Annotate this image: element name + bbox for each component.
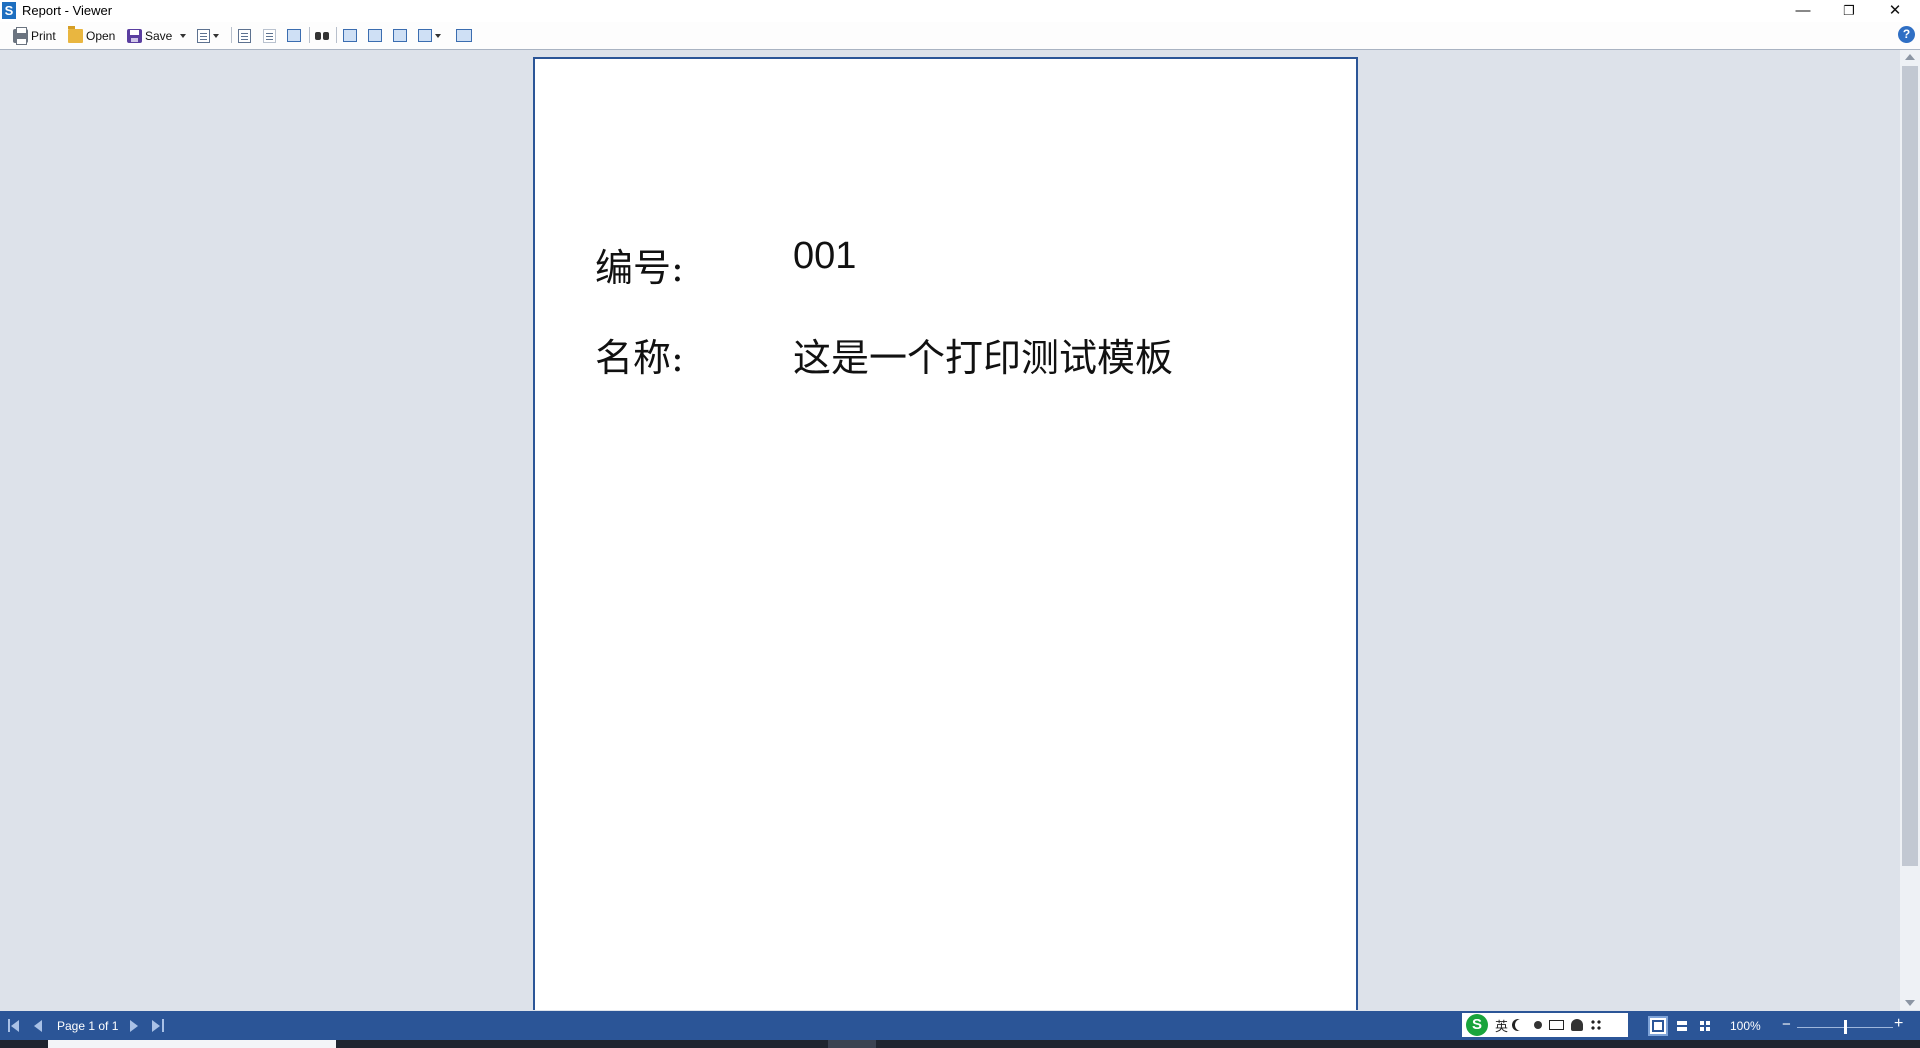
full-screen-button[interactable] bbox=[343, 27, 357, 44]
vertical-scrollbar[interactable] bbox=[1900, 50, 1920, 1010]
binoculars-icon bbox=[315, 29, 329, 42]
chevron-down-icon bbox=[180, 33, 186, 38]
scroll-down-icon[interactable] bbox=[1905, 1000, 1915, 1006]
report-page: 编号: 001 名称: 这是一个打印测试模板 bbox=[533, 57, 1358, 1010]
print-button[interactable]: Print bbox=[13, 26, 56, 45]
floppy-disk-icon bbox=[127, 28, 142, 43]
toolbar-separator bbox=[336, 27, 337, 43]
scroll-up-icon[interactable] bbox=[1905, 54, 1915, 60]
page-setup-button[interactable] bbox=[456, 27, 472, 44]
status-bar: Page 1 of 1 S 英 100% − + bbox=[0, 1011, 1920, 1040]
toolbar: Print Open Save ? bbox=[0, 22, 1920, 50]
save-dropdown-button[interactable] bbox=[180, 27, 186, 44]
close-button[interactable]: ✕ bbox=[1872, 0, 1918, 22]
save-label: Save bbox=[145, 28, 173, 43]
next-page-button[interactable] bbox=[128, 1019, 141, 1032]
ime-language-toggle[interactable]: 英 bbox=[1495, 1016, 1508, 1035]
page-indicator: Page 1 of 1 bbox=[57, 1019, 119, 1033]
restore-button[interactable]: ❐ bbox=[1826, 0, 1872, 22]
previous-page-button[interactable] bbox=[32, 1019, 45, 1032]
minimize-button[interactable]: — bbox=[1780, 0, 1826, 22]
single-page-button[interactable] bbox=[368, 27, 382, 44]
parameters-button[interactable] bbox=[263, 27, 276, 44]
help-button[interactable]: ? bbox=[1898, 26, 1915, 43]
parameters-icon bbox=[263, 28, 276, 43]
save-button[interactable]: Save bbox=[127, 27, 172, 44]
page-width-button[interactable] bbox=[393, 27, 407, 44]
bookmarks-button[interactable] bbox=[238, 27, 251, 44]
single-page-icon bbox=[368, 29, 382, 42]
zoom-out-button[interactable]: − bbox=[1782, 1016, 1791, 1033]
zoom-in-button[interactable]: + bbox=[1894, 1015, 1903, 1033]
punctuation-icon[interactable] bbox=[1534, 1021, 1543, 1029]
last-page-button[interactable] bbox=[152, 1019, 165, 1032]
page-setup-icon bbox=[456, 29, 472, 42]
ime-toolbar[interactable]: S 英 bbox=[1462, 1013, 1628, 1037]
chevron-down-icon bbox=[213, 33, 219, 38]
user-icon[interactable] bbox=[1571, 1019, 1584, 1031]
first-page-button[interactable] bbox=[8, 1019, 21, 1032]
toolbar-separator bbox=[231, 27, 232, 43]
name-label: 名称: bbox=[595, 336, 684, 380]
taskbar-active-app[interactable] bbox=[48, 1040, 336, 1048]
printer-icon bbox=[13, 26, 28, 45]
zoom-level: 100% bbox=[1730, 1019, 1761, 1033]
scroll-thumb[interactable] bbox=[1902, 66, 1918, 866]
moon-icon[interactable] bbox=[1515, 1019, 1527, 1031]
page-width-icon bbox=[393, 29, 407, 42]
app-logo-icon: S bbox=[2, 2, 16, 19]
multi-page-view-button[interactable] bbox=[1697, 1018, 1713, 1034]
window-title: Report - Viewer bbox=[22, 3, 113, 18]
sogou-logo-icon[interactable]: S bbox=[1466, 1014, 1488, 1036]
keyboard-icon[interactable] bbox=[1549, 1020, 1565, 1030]
number-value: 001 bbox=[793, 235, 857, 277]
print-label: Print bbox=[31, 28, 56, 43]
toolbar-separator bbox=[309, 27, 310, 43]
thumbnails-button[interactable] bbox=[287, 27, 301, 44]
title-bar: S Report - Viewer — ❐ ✕ bbox=[0, 0, 1920, 22]
envelope-icon bbox=[197, 28, 210, 43]
number-label: 编号: bbox=[595, 246, 684, 290]
taskbar-app[interactable] bbox=[828, 1040, 876, 1048]
full-screen-icon bbox=[343, 29, 357, 42]
open-label: Open bbox=[86, 28, 116, 43]
taskbar bbox=[0, 1040, 1920, 1048]
chevron-down-icon bbox=[435, 33, 441, 38]
zoom-slider-thumb[interactable] bbox=[1844, 1020, 1847, 1034]
grid-icon[interactable] bbox=[1590, 1019, 1603, 1031]
multiple-pages-icon bbox=[418, 29, 432, 42]
bookmark-icon bbox=[238, 28, 251, 43]
continuous-view-button[interactable] bbox=[1674, 1018, 1690, 1034]
name-value: 这是一个打印测试模板 bbox=[793, 336, 1174, 380]
thumbnails-icon bbox=[287, 29, 301, 42]
open-button[interactable]: Open bbox=[68, 25, 116, 44]
find-button[interactable] bbox=[315, 27, 329, 44]
folder-icon bbox=[68, 25, 83, 43]
single-page-view-button[interactable] bbox=[1648, 1016, 1668, 1036]
multiple-pages-button[interactable] bbox=[418, 27, 441, 44]
send-email-button[interactable] bbox=[197, 27, 219, 44]
